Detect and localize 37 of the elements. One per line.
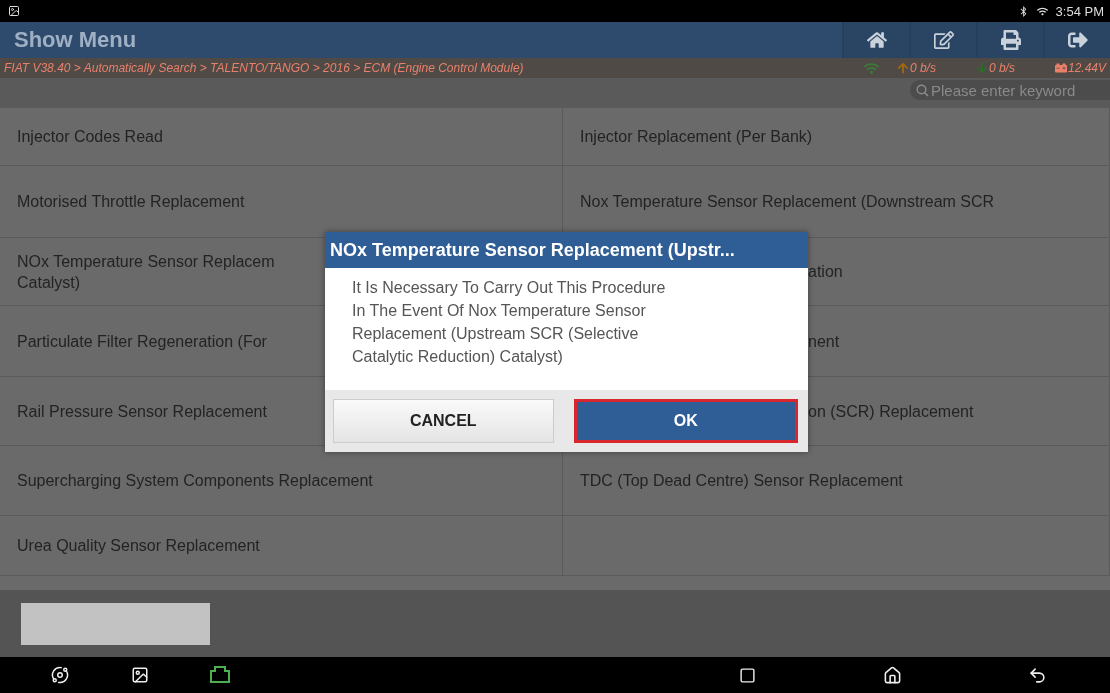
connector-icon: [209, 665, 231, 685]
battery-icon: [1054, 62, 1067, 74]
download-speed: 0 b/s: [988, 61, 1015, 75]
search-field[interactable]: Please enter keyword: [910, 80, 1110, 100]
home-button[interactable]: [842, 22, 909, 58]
dialog-title: NOx Temperature Sensor Replacement (Upstr...: [325, 232, 808, 268]
dialog-button[interactable]: CANCEL: [333, 399, 554, 443]
wifi-icon: [1036, 5, 1048, 17]
edit-button[interactable]: [909, 22, 976, 58]
search-icon: [916, 83, 929, 97]
wifi-icon: [863, 60, 879, 76]
download-arrow-icon: [975, 62, 988, 74]
voltage-reading: 12.44V: [1067, 61, 1106, 75]
menu-item[interactable]: Motorised Throttle Replacement: [0, 166, 563, 238]
exit-icon: [1067, 30, 1088, 50]
blank-button[interactable]: [21, 602, 210, 645]
print-button[interactable]: [976, 22, 1043, 58]
home-icon: [883, 665, 902, 685]
upload-speed: 0 b/s: [909, 61, 936, 75]
menu-item[interactable]: Injector Codes Read: [0, 108, 563, 166]
dialog-button[interactable]: OK: [573, 399, 798, 443]
square-icon: [739, 666, 756, 684]
image-icon: [131, 666, 149, 684]
menu-item[interactable]: Injector Replacement (Per Bank): [563, 108, 1110, 166]
home-icon: [866, 30, 887, 50]
breadcrumb-path: FIAT V38.40 > Automatically Search > TALENTO/TANGO > 2016 > ECM (Engine Control Module): [4, 61, 524, 75]
planet-icon: [51, 666, 69, 684]
edit-icon: [933, 30, 954, 50]
print-icon: [1000, 30, 1021, 50]
back-icon: [1028, 665, 1047, 685]
image-icon: [8, 5, 20, 17]
menu-item[interactable]: Urea Quality Sensor Replacement: [0, 516, 563, 576]
status-time: 3:54 PM: [1055, 3, 1104, 19]
page-title: Show Menu: [14, 27, 138, 53]
menu-item[interactable]: TDC (Top Dead Centre) Sensor Replacement: [563, 446, 1110, 516]
upload-arrow-icon: [896, 62, 909, 74]
exit-button[interactable]: [1043, 22, 1110, 58]
